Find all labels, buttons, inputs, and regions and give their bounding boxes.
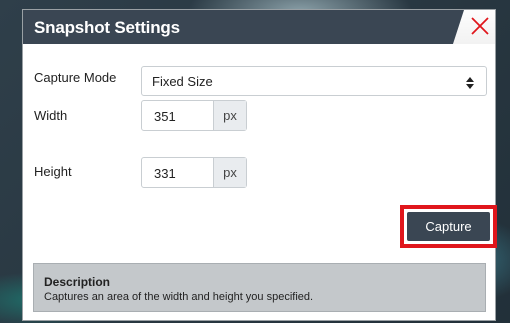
close-x-icon — [471, 17, 489, 35]
description-text: Captures an area of the width and height… — [44, 291, 314, 303]
capture-button[interactable]: Capture — [407, 212, 490, 241]
description-panel: Description Captures an area of the widt… — [33, 263, 486, 312]
capture-mode-value: Fixed Size — [152, 74, 213, 89]
height-unit: px — [213, 158, 246, 187]
height-label: Height — [34, 164, 72, 179]
close-button[interactable] — [469, 15, 491, 37]
dialog-titlebar: Snapshot Settings — [23, 10, 495, 44]
capture-mode-select[interactable]: Fixed Size — [141, 66, 487, 96]
width-unit: px — [213, 101, 246, 130]
dialog-title: Snapshot Settings — [34, 18, 180, 37]
width-input[interactable]: 351 — [154, 109, 176, 124]
height-input[interactable]: 331 — [154, 166, 176, 181]
description-title: Description — [44, 275, 111, 289]
capture-mode-label: Capture Mode — [34, 70, 117, 85]
snapshot-settings-dialog: Snapshot Settings Capture Mode Fixed Siz… — [22, 9, 497, 321]
height-input-group: 331 px — [141, 157, 247, 188]
width-label: Width — [34, 108, 68, 123]
width-input-group: 351 px — [141, 100, 247, 131]
select-up-down-arrows-icon — [466, 76, 474, 94]
